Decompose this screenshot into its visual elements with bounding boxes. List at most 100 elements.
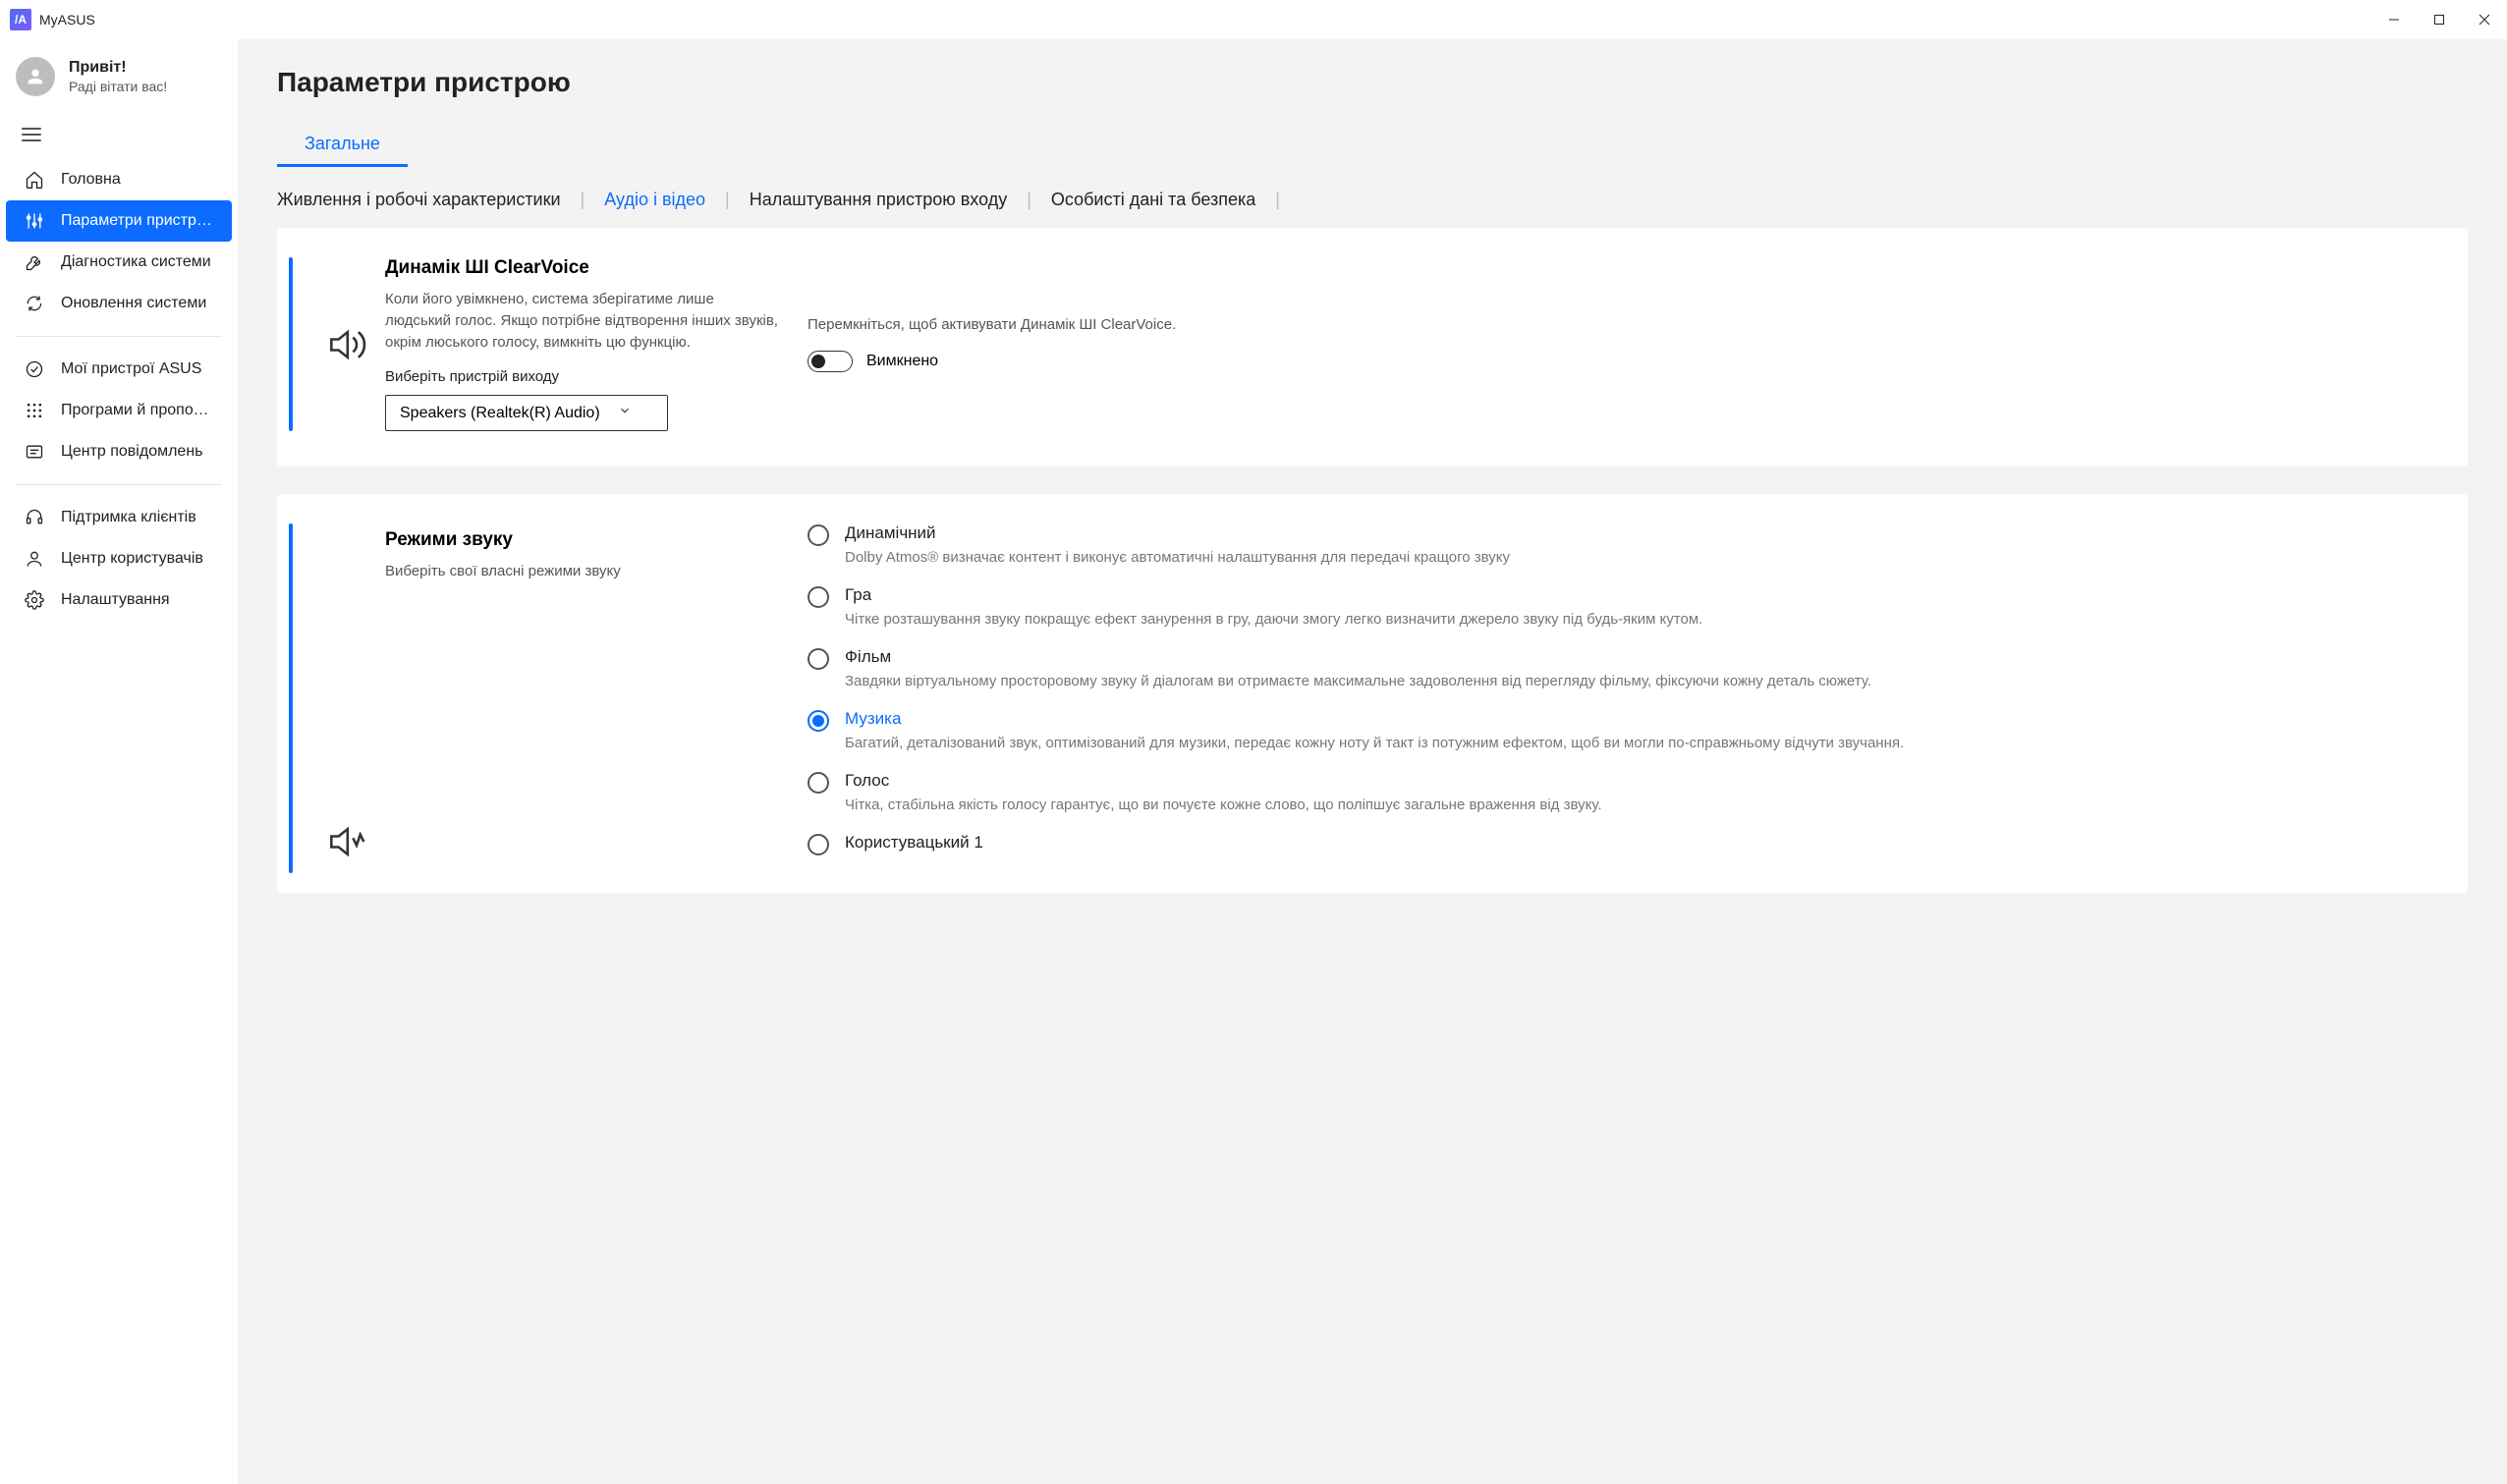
- grid-icon: [24, 400, 45, 421]
- sidebar-item-label: Головна: [61, 171, 121, 189]
- headset-icon: [24, 507, 45, 528]
- soundmode-title: Фільм: [845, 647, 1871, 667]
- hamburger-button[interactable]: [0, 114, 238, 159]
- window-controls: [2371, 0, 2507, 39]
- soundmode-title: Голос: [845, 771, 1602, 791]
- radio-button[interactable]: [808, 834, 829, 855]
- radio-button[interactable]: [808, 710, 829, 732]
- sidebar-item-device-settings[interactable]: Параметри пристрою: [6, 200, 232, 242]
- subtab-separator: |: [1275, 190, 1280, 210]
- sidebar-item-mydevices[interactable]: Мої пристрої ASUS: [6, 349, 232, 390]
- soundmode-desc: Dolby Atmos® визначає контент і виконує …: [845, 547, 1510, 568]
- subtab-separator: |: [725, 190, 730, 210]
- gear-icon: [24, 589, 45, 611]
- soundmode-option[interactable]: Гра Чітке розташування звуку покращує ефе…: [808, 585, 2432, 630]
- soundmode-option[interactable]: Фільм Завдяки віртуальному просторовому з…: [808, 647, 2432, 691]
- card-accent: [289, 257, 293, 431]
- soundmodes-card: Режими звуку Виберіть свої власні режими…: [277, 494, 2468, 893]
- tab-general[interactable]: Загальне: [277, 124, 408, 167]
- clearvoice-title: Динамік ШІ ClearVoice: [385, 257, 778, 279]
- nav-separator: [16, 336, 222, 337]
- sidebar-item-usercenter[interactable]: Центр користувачів: [6, 538, 232, 579]
- app-logo: /A: [10, 9, 31, 30]
- close-button[interactable]: [2462, 0, 2507, 39]
- wrench-icon: [24, 251, 45, 273]
- welcome-text: Раді вітати вас!: [69, 79, 167, 94]
- subtab-power[interactable]: Живлення і робочі характеристики: [277, 190, 561, 210]
- clearvoice-toggle-state: Вимкнено: [866, 353, 938, 370]
- soundmode-title: Користувацький 1: [845, 833, 983, 852]
- speaker-icon: [306, 323, 385, 366]
- chevron-down-icon: [618, 404, 632, 422]
- soundmode-desc: Завдяки віртуальному просторовому звуку …: [845, 671, 1871, 691]
- subtab-separator: |: [581, 190, 585, 210]
- sidebar-item-label: Параметри пристрою: [61, 212, 214, 230]
- clearvoice-card: Динамік ШІ ClearVoice Коли його увімкнен…: [277, 228, 2468, 467]
- page-title: Параметри пристрою: [277, 67, 2468, 98]
- output-device-select[interactable]: Speakers (Realtek(R) Audio): [385, 395, 668, 431]
- maximize-button[interactable]: [2417, 0, 2462, 39]
- nav-separator: [16, 484, 222, 485]
- soundmode-option[interactable]: Динамічний Dolby Atmos® визначає контент …: [808, 523, 2432, 568]
- profile-section[interactable]: Привіт! Раді вітати вас!: [0, 49, 238, 114]
- refresh-icon: [24, 293, 45, 314]
- greeting-text: Привіт!: [69, 59, 167, 77]
- soundmode-title: Динамічний: [845, 523, 1510, 543]
- window-title: MyASUS: [39, 12, 95, 27]
- nav: Головна Параметри пристрою Діагностика с…: [0, 159, 238, 621]
- soundmode-desc: Чітка, стабільна якість голосу гарантує,…: [845, 795, 1602, 815]
- soundmode-title: Гра: [845, 585, 1702, 605]
- radio-button[interactable]: [808, 772, 829, 794]
- soundmodes-options: Динамічний Dolby Atmos® визначає контент …: [798, 523, 2432, 873]
- clearvoice-toggle[interactable]: [808, 351, 853, 372]
- sidebar-item-notifications[interactable]: Центр повідомлень: [6, 431, 232, 472]
- radio-button[interactable]: [808, 648, 829, 670]
- avatar: [16, 57, 55, 96]
- subtab-privacy[interactable]: Особисті дані та безпека: [1051, 190, 1255, 210]
- soundmodes-desc: Виберіть свої власні режими звуку: [385, 561, 778, 582]
- sidebar-item-label: Діагностика системи: [61, 253, 211, 271]
- user-icon: [24, 548, 45, 570]
- tabs: Загальне: [277, 124, 2468, 168]
- sidebar: Привіт! Раді вітати вас! Головна Парамет…: [0, 39, 238, 1484]
- subtabs: Живлення і робочі характеристики | Аудіо…: [277, 178, 2468, 228]
- radio-button[interactable]: [808, 586, 829, 608]
- titlebar: /A MyASUS: [0, 0, 2507, 39]
- home-icon: [24, 169, 45, 191]
- sidebar-item-label: Мої пристрої ASUS: [61, 360, 201, 378]
- sidebar-item-label: Налаштування: [61, 591, 170, 609]
- soundmode-desc: Багатий, деталізований звук, оптимізован…: [845, 733, 1904, 753]
- subtab-audio[interactable]: Аудіо і відео: [604, 190, 705, 210]
- sidebar-item-support[interactable]: Підтримка клієнтів: [6, 497, 232, 538]
- sidebar-item-label: Оновлення системи: [61, 295, 206, 312]
- minimize-button[interactable]: [2371, 0, 2417, 39]
- device-icon: [24, 358, 45, 380]
- soundmode-title: Музика: [845, 709, 1904, 729]
- subtab-input[interactable]: Налаштування пристрою входу: [750, 190, 1007, 210]
- output-device-selected: Speakers (Realtek(R) Audio): [400, 405, 600, 422]
- sidebar-item-label: Центр користувачів: [61, 550, 203, 568]
- sidebar-item-apps[interactable]: Програми й пропозиції від...: [6, 390, 232, 431]
- sidebar-item-label: Центр повідомлень: [61, 443, 203, 461]
- sidebar-item-diagnostics[interactable]: Діагностика системи: [6, 242, 232, 283]
- soundmode-option[interactable]: Голос Чітка, стабільна якість голосу гара…: [808, 771, 2432, 815]
- soundmodes-title: Режими звуку: [385, 529, 778, 551]
- card-accent: [289, 523, 293, 873]
- clearvoice-desc: Коли його увімкнено, система зберігатиме…: [385, 289, 778, 353]
- output-device-label: Виберіть пристрій виходу: [385, 368, 778, 385]
- content-area: Параметри пристрою Загальне Живлення і р…: [238, 39, 2507, 1484]
- sidebar-item-update[interactable]: Оновлення системи: [6, 283, 232, 324]
- clearvoice-hint: Перемкніться, щоб активувати Динамік ШІ …: [808, 316, 2432, 333]
- subtab-separator: |: [1027, 190, 1031, 210]
- sidebar-item-label: Програми й пропозиції від...: [61, 402, 214, 419]
- sidebar-item-label: Підтримка клієнтів: [61, 509, 196, 526]
- soundmode-option[interactable]: Користувацький 1: [808, 833, 2432, 855]
- radio-button[interactable]: [808, 524, 829, 546]
- speaker-eq-icon: [306, 820, 385, 863]
- sidebar-item-settings[interactable]: Налаштування: [6, 579, 232, 621]
- sliders-icon: [24, 210, 45, 232]
- soundmode-desc: Чітке розташування звуку покращує ефект …: [845, 609, 1702, 630]
- soundmode-option[interactable]: Музика Багатий, деталізований звук, оптим…: [808, 709, 2432, 753]
- sidebar-item-home[interactable]: Головна: [6, 159, 232, 200]
- message-icon: [24, 441, 45, 463]
